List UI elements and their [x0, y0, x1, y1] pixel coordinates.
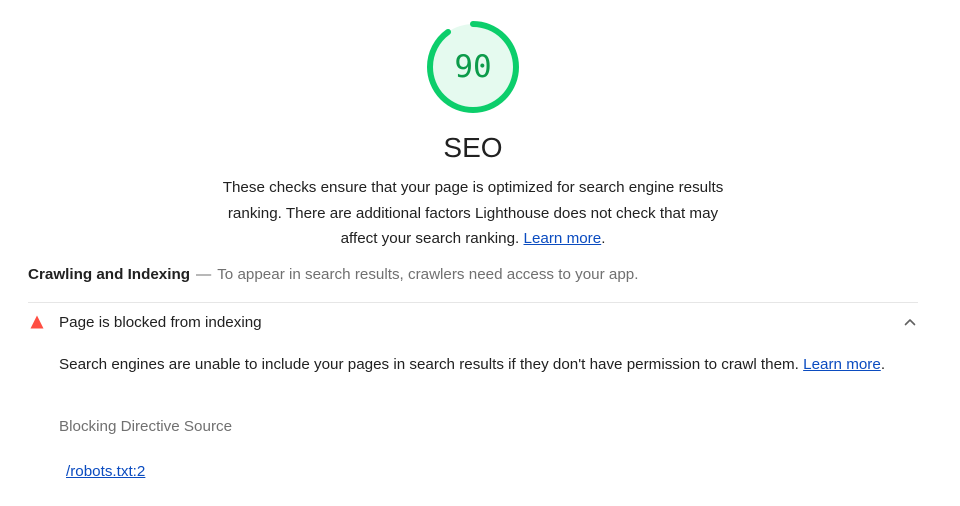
group-divider: [28, 302, 918, 303]
group-description: To appear in search results, crawlers ne…: [217, 266, 639, 283]
category-description: These checks ensure that your page is op…: [213, 175, 733, 252]
category-title: SEO: [443, 132, 503, 163]
group-separator: —: [196, 266, 212, 283]
group-title: Crawling and Indexing: [28, 266, 191, 283]
audit-description-text: Search engines are unable to include you…: [59, 356, 799, 373]
robots-txt-source-link[interactable]: /robots.txt:2: [66, 461, 145, 483]
audit-learn-more-link[interactable]: Learn more: [803, 356, 881, 373]
audit-description-period: .: [880, 356, 886, 373]
category-description-period: .: [601, 230, 606, 247]
score-value: 90: [454, 49, 492, 85]
category-learn-more-link[interactable]: Learn more: [524, 230, 602, 247]
audit-summary-row[interactable]: Page is blocked from indexing: [28, 310, 918, 336]
score-gauge: 90: [427, 21, 519, 113]
audit-title: Page is blocked from indexing: [59, 314, 262, 331]
chevron-up-icon[interactable]: [902, 314, 918, 330]
group-header: Crawling and Indexing — To appear in searc…: [28, 264, 638, 286]
category-description-text: These checks ensure that your page is op…: [222, 179, 724, 247]
warning-triangle-icon: [30, 315, 44, 329]
audit-description: Search engines are unable to include you…: [59, 354, 885, 376]
table-column-header: Blocking Directive Source: [59, 418, 233, 435]
